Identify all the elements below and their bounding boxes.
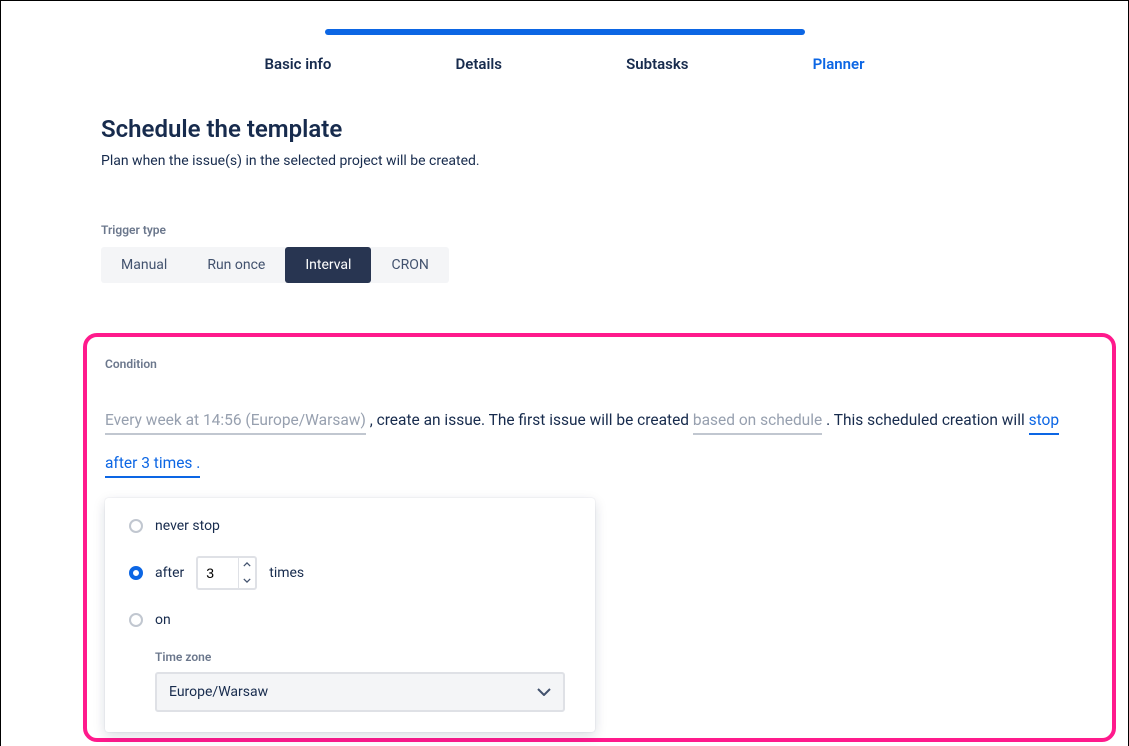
tab-planner[interactable]: Planner bbox=[813, 55, 865, 73]
trigger-interval[interactable]: Interval bbox=[285, 247, 371, 283]
chevron-down-icon bbox=[537, 684, 551, 700]
after-times-input[interactable] bbox=[198, 565, 238, 581]
trigger-type-group: Manual Run once Interval CRON bbox=[101, 247, 449, 283]
radio-never-stop-label: never stop bbox=[155, 518, 220, 534]
progress-bar bbox=[325, 29, 805, 35]
radio-on-label: on bbox=[155, 612, 171, 628]
tab-subtasks[interactable]: Subtasks bbox=[626, 55, 688, 73]
condition-label: Condition bbox=[105, 357, 1094, 371]
timezone-label: Time zone bbox=[155, 650, 571, 664]
trigger-manual[interactable]: Manual bbox=[101, 247, 187, 283]
cond-based-link[interactable]: based on schedule bbox=[693, 411, 822, 435]
radio-on[interactable] bbox=[129, 613, 143, 627]
condition-highlight: Condition Every week at 14:56 (Europe/Wa… bbox=[83, 333, 1116, 742]
timezone-select[interactable]: Europe/Warsaw bbox=[155, 672, 565, 712]
page-subtitle: Plan when the issue(s) in the selected p… bbox=[101, 153, 1028, 169]
timezone-value: Europe/Warsaw bbox=[169, 684, 268, 700]
cond-text-2: . This scheduled creation will bbox=[822, 411, 1028, 429]
stepper-up-icon[interactable] bbox=[239, 557, 255, 573]
condition-sentence: Every week at 14:56 (Europe/Warsaw) , cr… bbox=[105, 399, 1094, 486]
trigger-cron[interactable]: CRON bbox=[371, 247, 448, 283]
radio-after[interactable] bbox=[129, 566, 143, 580]
trigger-type-label: Trigger type bbox=[101, 223, 1028, 237]
cond-text-1: , create an issue. The first issue will … bbox=[366, 411, 693, 429]
radio-never-stop[interactable] bbox=[129, 519, 143, 533]
stepper-down-icon[interactable] bbox=[239, 573, 255, 589]
stop-condition-popover: never stop after times bbox=[105, 498, 595, 732]
tab-basic-info[interactable]: Basic info bbox=[265, 55, 332, 73]
wizard-stepper: Basic info Details Subtasks Planner bbox=[1, 1, 1128, 73]
trigger-run-once[interactable]: Run once bbox=[187, 247, 285, 283]
after-times-field[interactable] bbox=[196, 556, 257, 590]
cond-schedule-link[interactable]: Every week at 14:56 (Europe/Warsaw) bbox=[105, 411, 366, 435]
tab-details[interactable]: Details bbox=[456, 55, 502, 73]
radio-after-prefix: after bbox=[155, 565, 184, 581]
page-title: Schedule the template bbox=[101, 115, 1028, 143]
radio-after-suffix: times bbox=[269, 565, 304, 581]
